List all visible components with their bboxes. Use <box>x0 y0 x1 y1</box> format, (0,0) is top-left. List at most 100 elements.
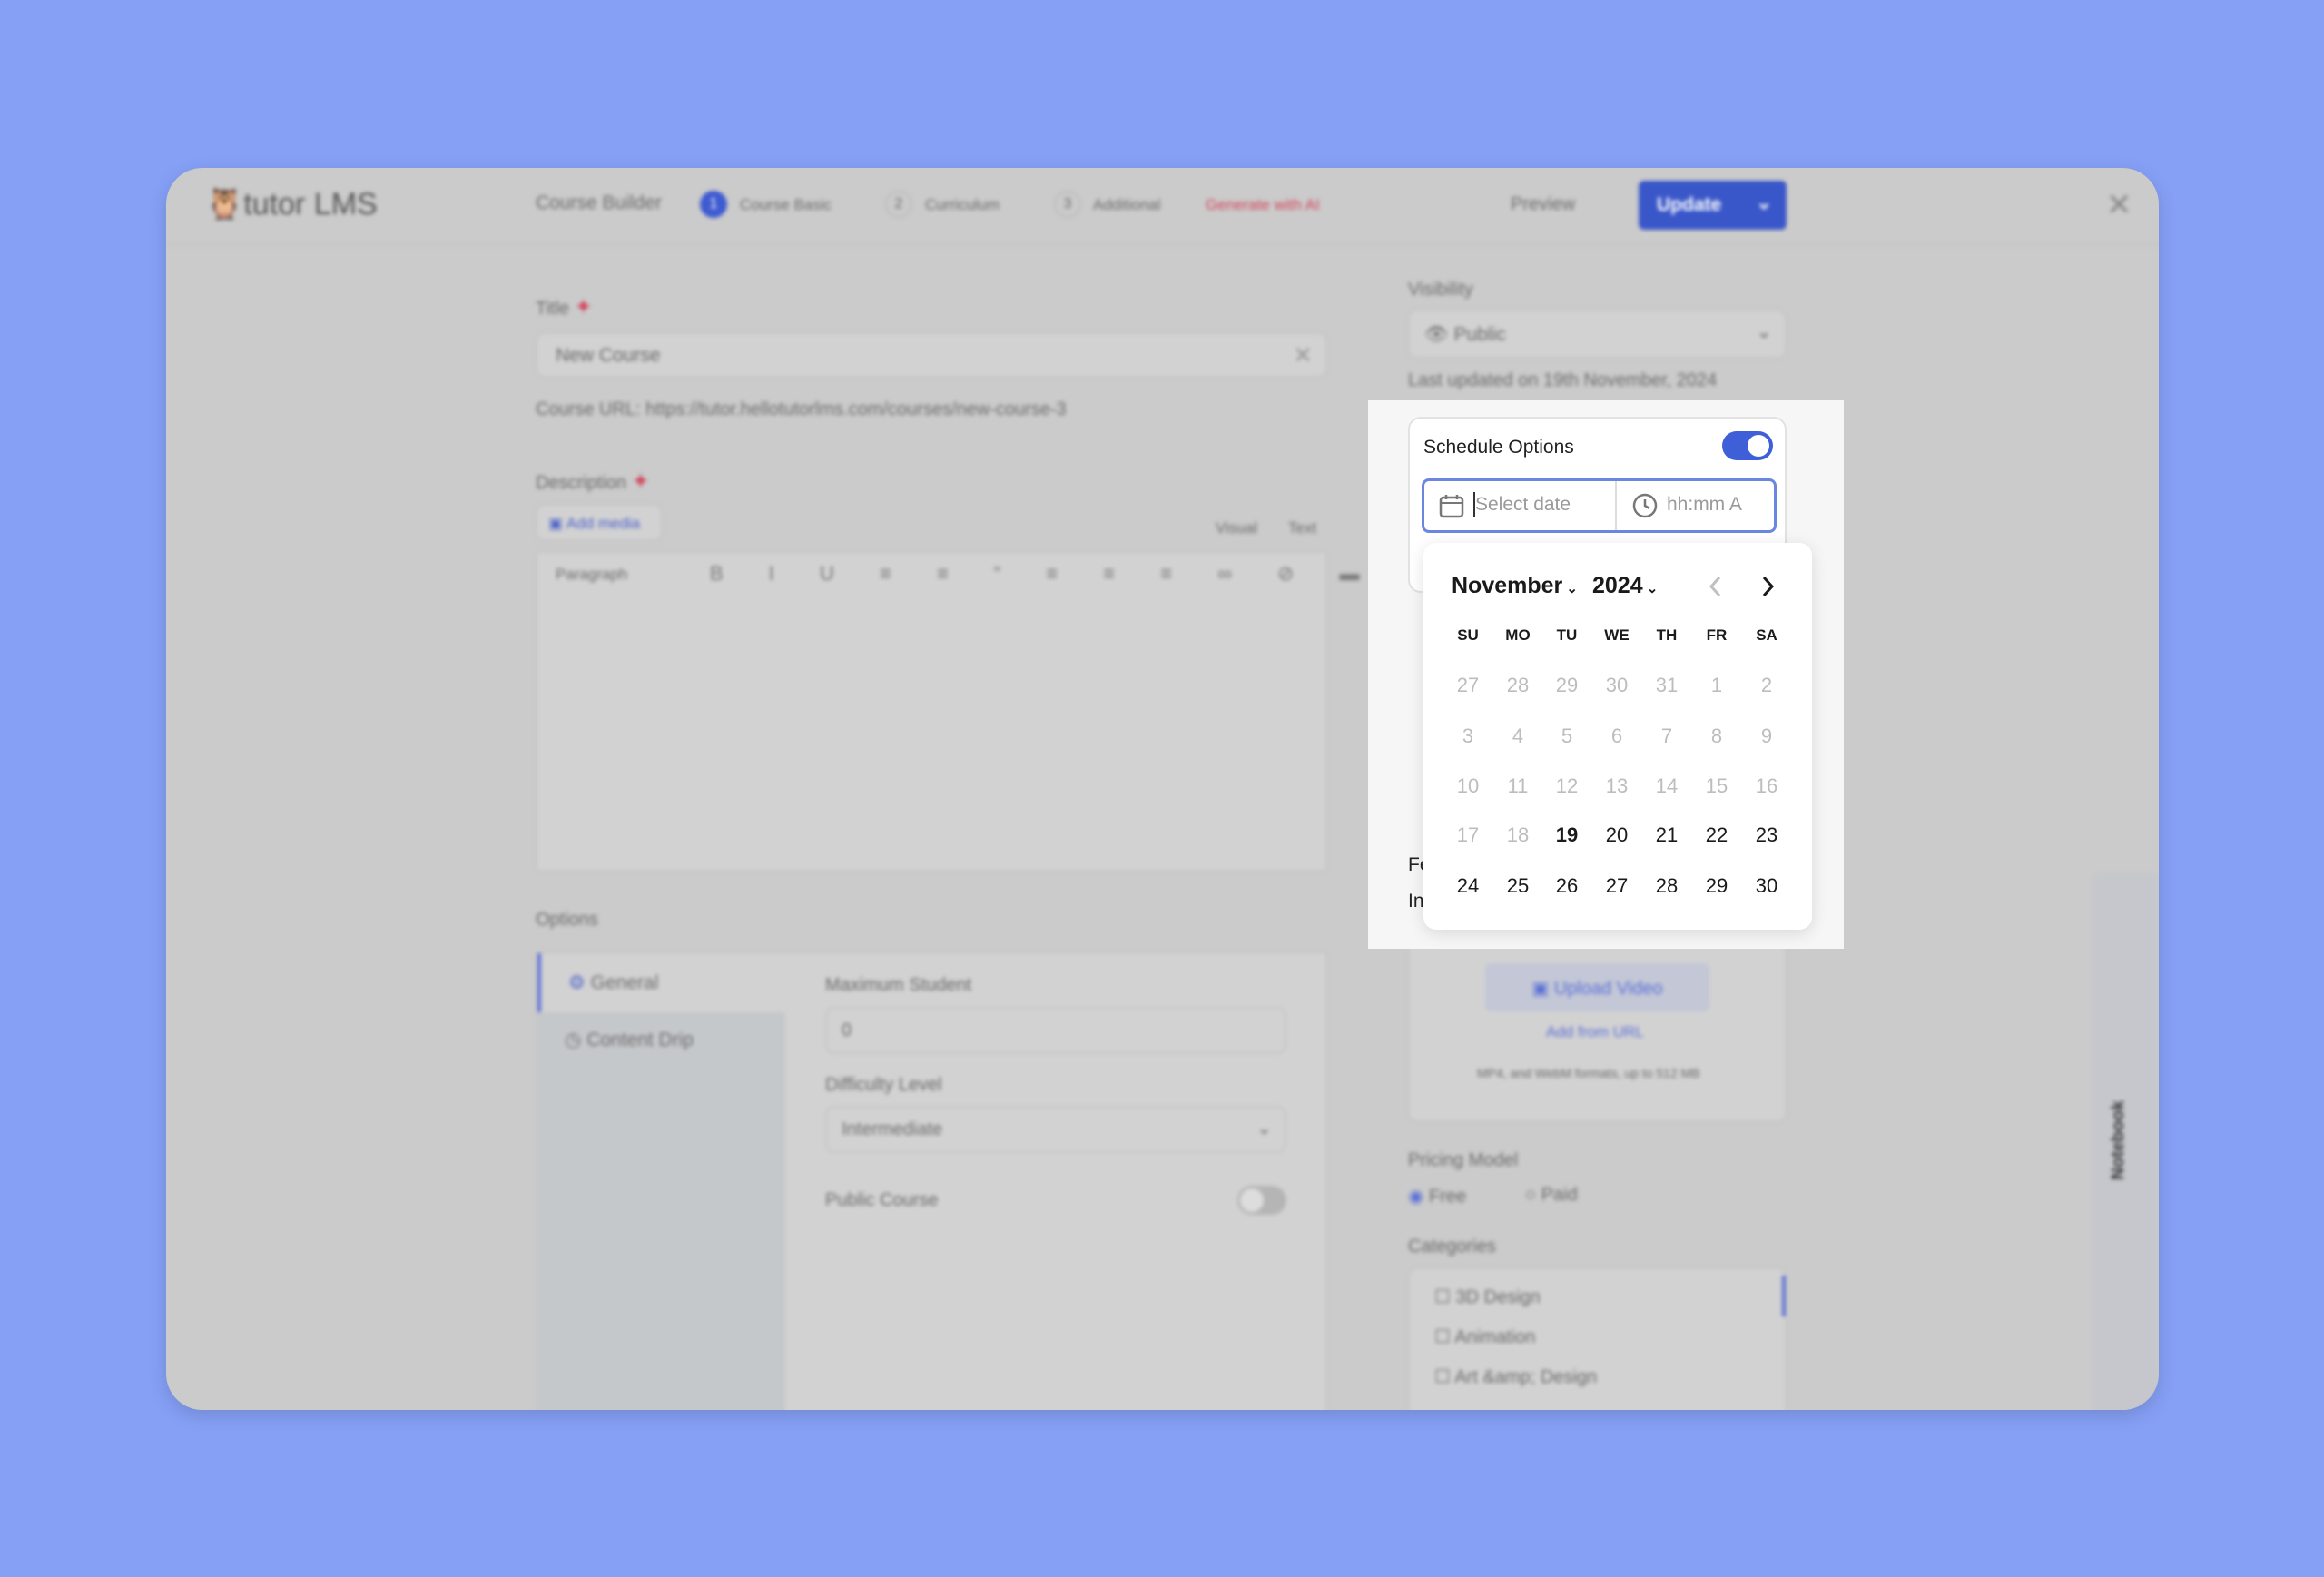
visibility-select[interactable]: 👁 Public ⌄ <box>1408 310 1787 359</box>
clock-icon: ◷ <box>565 1030 582 1050</box>
generate-ai-button[interactable]: Generate with AI <box>1206 196 1320 214</box>
calendar-day[interactable]: 30 <box>1744 874 1789 898</box>
weekday-header: TU <box>1556 626 1578 644</box>
step-curriculum[interactable]: Curriculum <box>925 196 1000 214</box>
step-additional[interactable]: Additional <box>1093 196 1161 214</box>
notebook-label[interactable]: Notebook <box>2109 1100 2129 1180</box>
calendar-day[interactable]: 20 <box>1594 823 1640 847</box>
category-item[interactable]: ☐ Art &amp; Design <box>1434 1365 1597 1388</box>
category-item[interactable]: ☐ Animation <box>1434 1326 1535 1348</box>
calendar-day: 15 <box>1705 774 1728 797</box>
calendar-day[interactable]: 29 <box>1694 874 1739 898</box>
course-builder-label: Course Builder <box>536 192 662 213</box>
checkbox-icon[interactable]: ☐ <box>1434 1367 1451 1387</box>
calendar-day[interactable]: 28 <box>1644 874 1689 898</box>
step-course-basic[interactable]: Course Basic <box>740 196 832 214</box>
format-hint: MP4, and WebM formats, up to 512 MB <box>1477 1066 1700 1080</box>
public-course-toggle[interactable] <box>1237 1186 1286 1215</box>
paragraph-select[interactable]: Paragraph <box>556 566 627 584</box>
tab-general[interactable]: ⚙ General <box>537 953 785 1012</box>
options-tabs <box>537 953 785 1410</box>
calendar-day[interactable]: 24 <box>1445 874 1491 898</box>
public-course-label: Public Course <box>825 1190 939 1210</box>
weekday-header: TH <box>1656 626 1678 644</box>
description-label: Description ✦ <box>536 469 650 494</box>
date-picker-popup: November ⌄ 2024 ⌄ SU MO TU WE TH FR SA 27 28 29 30… <box>1423 543 1812 930</box>
blurred-course-builder: 🦉tutor LMS Course Builder 1 Course Basic… <box>166 168 2159 1410</box>
calendar-day-today[interactable]: 19 <box>1544 823 1590 847</box>
calendar-day: 3 <box>1462 724 1474 747</box>
add-from-url-link[interactable]: Add from URL <box>1546 1023 1644 1041</box>
categories-scrollbar[interactable] <box>1782 1276 1786 1316</box>
calendar-day[interactable]: 22 <box>1694 823 1739 847</box>
weekday-header: SA <box>1756 626 1777 644</box>
tab-content-drip[interactable]: ◷ Content Drip <box>565 1029 694 1051</box>
ai-sparkle-icon[interactable]: ✦ <box>632 469 650 494</box>
calendar-day: 29 <box>1555 674 1579 696</box>
chevron-down-icon: ⌄ <box>1562 581 1579 596</box>
calendar-day: 16 <box>1755 774 1778 797</box>
course-url[interactable]: Course URL: https://tutor.hellotutorlms.… <box>536 399 1067 420</box>
visual-tab[interactable]: Visual <box>1216 519 1257 537</box>
chevron-down-icon: ⌄ <box>1756 321 1772 342</box>
update-button[interactable]: Update ⌄ <box>1639 181 1787 230</box>
description-editor[interactable]: Paragraph B I U ≡ ≡ “ ≡ ≡ ≡ ∞ ⊘ ▬ ⟮⟯ ▦ <box>536 551 1502 872</box>
weekday-header: SU <box>1457 626 1479 644</box>
schedule-options-label: Schedule Options <box>1423 437 1574 458</box>
max-student-label: Maximum Student <box>825 975 972 995</box>
calendar-day[interactable]: 25 <box>1495 874 1541 898</box>
categories-label: Categories <box>1408 1237 1496 1257</box>
calendar-day: 1 <box>1710 674 1723 696</box>
prev-month-icon[interactable] <box>1707 574 1725 599</box>
title-input[interactable]: New Course ✕ <box>536 332 1327 378</box>
radio-unchecked-icon: ○ <box>1525 1185 1537 1205</box>
date-input[interactable]: Select date <box>1424 481 1615 530</box>
difficulty-select[interactable]: Intermediate ⌄ <box>825 1106 1286 1153</box>
month-select[interactable]: November ⌄ <box>1452 573 1578 599</box>
gear-icon: ⚙ <box>568 972 586 993</box>
calendar-day: 11 <box>1507 774 1529 797</box>
pricing-free-radio[interactable]: ◉ Free <box>1408 1185 1466 1207</box>
calendar-day[interactable]: 26 <box>1544 874 1590 898</box>
logo: 🦉tutor LMS <box>205 187 378 222</box>
max-student-input[interactable]: 0 <box>825 1007 1286 1054</box>
chevron-down-icon: ⌄ <box>1256 1119 1272 1138</box>
schedule-toggle[interactable] <box>1722 431 1773 460</box>
pricing-paid-radio[interactable]: ○ Paid <box>1525 1185 1578 1206</box>
calendar-day: 4 <box>1512 724 1524 747</box>
next-month-icon[interactable] <box>1758 574 1777 599</box>
close-icon[interactable]: ✕ <box>2106 187 2132 223</box>
calendar-day: 13 <box>1605 774 1629 797</box>
calendar-day: 31 <box>1655 674 1679 696</box>
step-3-badge: 3 <box>1054 191 1081 218</box>
checkbox-icon[interactable]: ☐ <box>1434 1327 1451 1347</box>
calendar-day: 14 <box>1655 774 1679 797</box>
intro-video-dropzone <box>1408 922 1787 1122</box>
intro-label-partial: In <box>1408 891 1424 912</box>
ai-sparkle-icon[interactable]: ✦ <box>575 295 593 320</box>
calendar-day[interactable]: 27 <box>1594 874 1640 898</box>
text-tab[interactable]: Text <box>1288 519 1316 537</box>
upload-video-button[interactable]: ▣ Upload Video <box>1485 963 1709 1011</box>
calendar-day[interactable]: 23 <box>1744 823 1789 847</box>
calendar-icon <box>1439 495 1464 518</box>
checkbox-icon[interactable]: ☐ <box>1434 1287 1451 1307</box>
calendar-day: 10 <box>1456 774 1480 797</box>
calendar-day[interactable]: 21 <box>1644 823 1689 847</box>
calendar-day: 7 <box>1660 724 1673 747</box>
chevron-down-icon[interactable]: ⌄ <box>1756 192 1772 214</box>
options-label: Options <box>536 910 598 930</box>
preview-button[interactable]: Preview <box>1511 194 1575 215</box>
step-2-badge: 2 <box>885 191 912 218</box>
year-select[interactable]: 2024 ⌄ <box>1592 573 1658 599</box>
header-divider <box>166 243 2159 245</box>
category-item[interactable]: ☐ 3D Design <box>1434 1286 1541 1308</box>
clear-icon[interactable]: ✕ <box>1293 341 1313 370</box>
chevron-down-icon: ⌄ <box>1642 581 1659 596</box>
radio-checked-icon: ◉ <box>1408 1187 1424 1207</box>
video-icon: ▣ <box>1531 979 1550 999</box>
add-media-button[interactable]: ▣ Add media <box>536 504 663 541</box>
clock-icon <box>1632 493 1658 518</box>
time-input[interactable]: hh:mm A <box>1617 481 1774 530</box>
weekday-header: WE <box>1604 626 1630 644</box>
